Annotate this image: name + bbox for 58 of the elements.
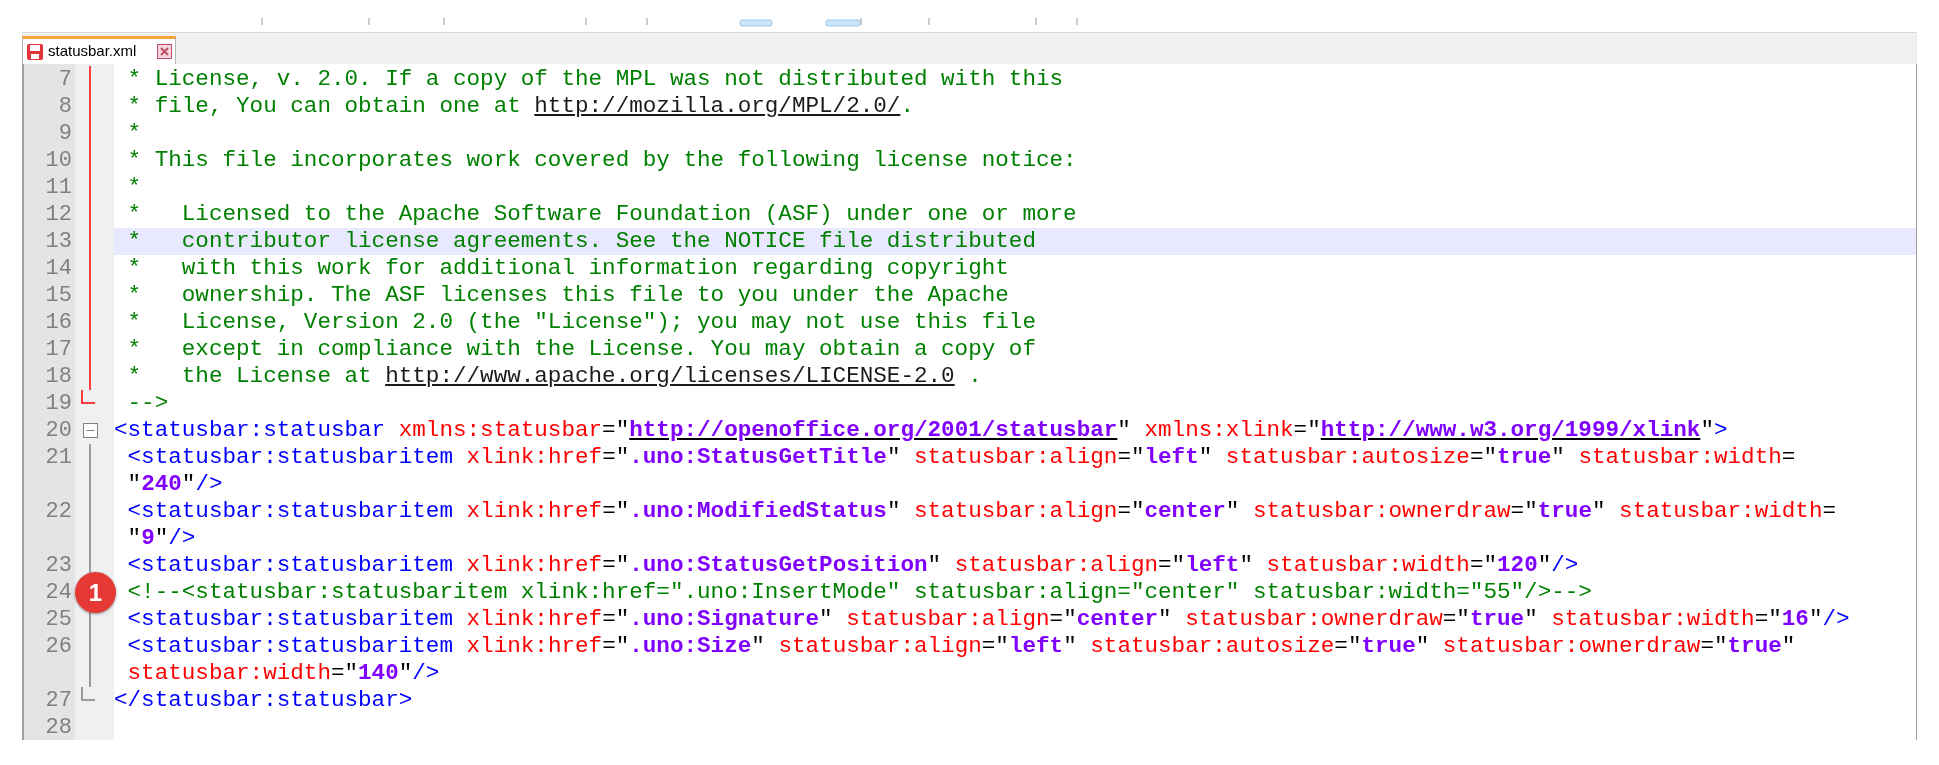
code-line: <statusbar:statusbaritem xlink:href=".uno:StatusGetTitle" statusbar:align="left" statusbar:autosize="true" statusbar:width= [126,444,1796,470]
line-number: 20 [45,418,72,443]
code-line: <statusbar:statusbaritem xlink:href=".uno:Signature" statusbar:align="center" statusbar:ownerdraw="true" statusbar:width="16"/> [126,606,1850,632]
line-number: 8 [58,94,72,119]
line-number: 17 [45,337,72,362]
code-text: . [900,93,914,119]
line-number: 12 [45,202,72,227]
line-number: 16 [45,310,72,335]
code-text: * file, You can obtain one at [126,93,522,119]
line-number: 23 [45,553,72,578]
code-line: <statusbar:statusbaritem xlink:href=".uno:Size" statusbar:align="left" statusbar:autosize="true" statusbar:ownerdraw="true" [126,633,1796,659]
code-line: * [126,174,142,200]
code-line: * ownership. The ASF licenses this file to you under the Apache [126,282,1009,308]
code-line: <!--<statusbar:statusbaritem xlink:href=".uno:InsertMode" statusbar:align="center" statusbar:width="55"/>--> [126,579,1592,605]
code-line: * contributor license agreements. See the NOTICE file distributed [126,228,1036,254]
line-number: 28 [45,715,72,740]
line-number: 18 [45,364,72,389]
code-text: * the License at [126,363,373,389]
line-number: 27 [45,688,72,713]
line-number: 21 [45,445,72,470]
code-line: * License, v. 2.0. If a copy of the MPL was not distributed with this [126,66,1064,92]
line-number: 7 [58,67,72,92]
code-text: "> [1700,417,1728,443]
line-number: 26 [45,634,72,659]
code-text: " xmlns:xlink=" [1117,417,1321,443]
line-number: 15 [45,283,72,308]
line-number: 9 [58,121,72,146]
code-line: * Licensed to the Apache Software Foundation (ASF) under one or more [126,201,1077,227]
code-line: * This file incorporates work covered by the following license notice: [126,147,1077,173]
link[interactable]: http://mozilla.org/MPL/2.0/ [534,93,901,119]
link[interactable]: http://www.apache.org/licenses/LICENSE-2.0 [385,363,955,389]
code-line: * with this work for additional information regarding copyright [126,255,1009,281]
code-line: --> [126,390,169,416]
line-number: 19 [45,391,72,416]
code-line: <statusbar:statusbaritem xlink:href=".uno:ModifiedStatus" statusbar:align="center" statusbar:ownerdraw="true" statusbar:width= [126,498,1836,524]
code-line: statusbar:width="140"/> [126,660,440,686]
code-line: <statusbar:statusbaritem xlink:href=".uno:StatusGetPosition" statusbar:align="left" statusbar:width="120"/> [126,552,1579,578]
code-text: . [967,363,982,389]
line-number: 11 [45,175,72,200]
code-line: "240"/> [126,471,223,497]
line-number: 24 [45,580,72,605]
close-icon[interactable] [157,44,172,59]
fold-collapse-icon[interactable] [82,423,98,438]
code-line: </statusbar:statusbar> [114,687,413,713]
line-number: 14 [45,256,72,281]
code-line: * except in compliance with the License. You may obtain a copy of [126,336,1036,362]
code-text: <statusbar:statusbar xmlns:statusbar=" [114,417,630,443]
line-number: 25 [45,607,72,632]
code-line: "9"/> [126,525,196,551]
link[interactable]: http://openoffice.org/2001/statusbar [629,417,1118,443]
line-number: 10 [45,148,72,173]
code-line: * License, Version 2.0 (the "License"); you may not use this file [126,309,1036,335]
line-number: 13 [45,229,72,254]
file-tab[interactable]: statusbar.xml [22,36,176,64]
tab-label: statusbar.xml [48,41,137,62]
code-line: * [126,120,142,146]
line-number: 22 [45,499,72,524]
link[interactable]: http://www.w3.org/1999/xlink [1320,417,1701,443]
